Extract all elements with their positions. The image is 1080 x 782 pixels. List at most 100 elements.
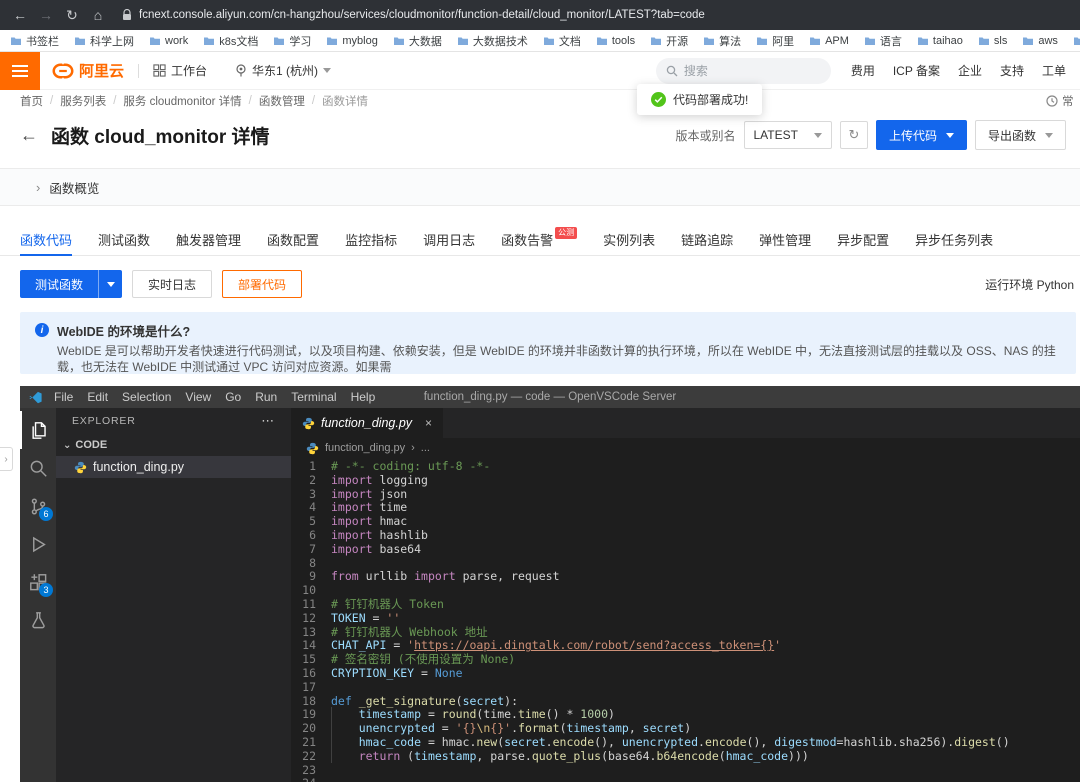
tab-item[interactable]: 触发器管理 [176, 222, 241, 256]
tab-item[interactable]: 监控指标 [345, 222, 397, 256]
bookmark-item[interactable]: tools [596, 35, 635, 47]
bookmark-item[interactable]: 大数据 [393, 33, 442, 49]
function-overview-section[interactable]: › 函数概览 [0, 168, 1080, 206]
bookmark-item[interactable]: myblog [326, 35, 378, 47]
test-function-button[interactable]: 测试函数 [20, 270, 123, 298]
breadcrumb-item[interactable]: 函数管理 [259, 93, 305, 109]
source-control-icon[interactable]: 6 [20, 487, 56, 525]
bookmark-item[interactable]: sls [978, 35, 1007, 47]
bookmark-item[interactable]: 大数据技术 [457, 33, 528, 49]
console-nav-item[interactable]: ICP 备案 [893, 62, 940, 79]
menu-item[interactable]: Help [344, 390, 383, 404]
bookmark-item[interactable]: 开源 [650, 33, 688, 49]
tab-item[interactable]: 异步任务列表 [915, 222, 993, 256]
console-search-input[interactable]: 搜索 [655, 57, 831, 84]
more-actions-icon[interactable]: ⋯ [261, 413, 275, 429]
console-nav-item[interactable]: 工单 [1042, 62, 1066, 79]
folder-icon [650, 36, 662, 46]
file-name: function_ding.py [93, 460, 185, 474]
tab-item[interactable]: 异步配置 [837, 222, 889, 256]
menu-item[interactable]: Go [218, 390, 248, 404]
workbench-link[interactable]: 工作台 [153, 62, 207, 79]
breadcrumb-item[interactable]: 服务 cloudmonitor 详情 [123, 93, 241, 109]
console-nav-item[interactable]: 费用 [851, 62, 875, 79]
line-number: 8 [309, 555, 316, 570]
extensions-icon[interactable]: 3 [20, 563, 56, 601]
bookmark-item[interactable]: aws [1022, 35, 1058, 47]
menu-item[interactable]: Selection [115, 390, 178, 404]
hamburger-menu-icon[interactable] [0, 51, 40, 90]
address-bar[interactable]: fcnext.console.aliyun.com/cn-hangzhou/se… [122, 9, 705, 21]
bookmark-item[interactable]: 科学上网 [74, 33, 134, 49]
editor-tab[interactable]: function_ding.py × [291, 408, 444, 438]
code-token: encode [552, 734, 595, 749]
search-icon[interactable] [20, 449, 56, 487]
bookmark-item[interactable]: 语言 [864, 33, 902, 49]
code-token: {}' [490, 721, 512, 736]
file-item[interactable]: function_ding.py [56, 456, 291, 478]
testing-icon[interactable] [20, 601, 56, 639]
folder-icon [273, 36, 285, 46]
tab-item[interactable]: 函数配置 [267, 222, 319, 256]
bookmark-item[interactable]: devops [1073, 35, 1080, 47]
explorer-section-code[interactable]: ⌄ CODE [56, 434, 291, 456]
tab-item[interactable]: 实例列表 [603, 222, 655, 256]
bookmark-item[interactable]: work [149, 35, 188, 47]
test-function-dropdown[interactable] [98, 270, 123, 298]
bookmark-item[interactable]: 书签栏 [10, 33, 59, 49]
code-editor[interactable]: 1 # -*- coding: utf-8 -*- 2 import logging 3… [291, 458, 1080, 782]
deploy-code-button[interactable]: 部署代码 [222, 270, 303, 298]
breadcrumb-item[interactable]: 首页 [20, 93, 43, 109]
breadcrumb-item[interactable]: 函数详情 [322, 93, 368, 109]
explorer-icon[interactable] [20, 411, 56, 449]
menu-item[interactable]: View [178, 390, 218, 404]
bookmark-item[interactable]: taihao [917, 35, 963, 47]
code-token: hmac_code [725, 748, 789, 763]
home-icon[interactable]: ⌂ [86, 7, 110, 23]
menu-item[interactable]: Run [248, 390, 284, 404]
back-icon[interactable]: ← [8, 7, 32, 23]
vscode-logo-icon [29, 391, 42, 403]
export-function-button[interactable]: 导出函数 [974, 120, 1066, 150]
tab-item[interactable]: 弹性管理 [759, 222, 811, 256]
reload-icon[interactable]: ↻ [60, 7, 84, 24]
menu-item[interactable]: Edit [80, 390, 115, 404]
bookmark-item[interactable]: APM [809, 35, 849, 47]
webide-notice: i WebIDE 的环境是什么? WebIDE 是可以帮助开发者快速进行代码测试… [20, 312, 1076, 374]
close-tab-icon[interactable]: × [425, 416, 432, 430]
run-debug-icon[interactable] [20, 525, 56, 563]
menu-item[interactable]: File [47, 390, 80, 404]
tab-item[interactable]: 函数代码 [20, 222, 72, 256]
bookmark-item[interactable]: k8s文档 [203, 33, 258, 49]
breadcrumb-item[interactable]: 服务列表 [60, 93, 106, 109]
back-button[interactable]: ← [20, 125, 38, 146]
version-select[interactable]: LATEST [743, 121, 832, 149]
bookmark-item[interactable]: 阿里 [756, 33, 794, 49]
console-nav-item[interactable]: 支持 [1000, 62, 1024, 79]
aliyun-logo[interactable]: 阿里云 [52, 60, 124, 81]
tab-item[interactable]: 链路追踪 [681, 222, 733, 256]
line-number: 23 [302, 762, 316, 777]
region-selector[interactable]: 华东1 (杭州) [235, 62, 332, 79]
tab-label: 函数配置 [267, 232, 320, 248]
tab-item[interactable]: 函数告警 公测 [501, 222, 578, 256]
live-log-button[interactable]: 实时日志 [132, 270, 213, 298]
bookmark-item[interactable]: 学习 [273, 33, 311, 49]
console-nav-item[interactable]: 企业 [958, 62, 982, 79]
menu-item[interactable]: Terminal [284, 390, 343, 404]
tab-label: 实例列表 [603, 232, 656, 248]
bookmark-item[interactable]: 算法 [703, 33, 741, 49]
upload-code-button[interactable]: 上传代码 [875, 120, 967, 150]
tab-item[interactable]: 测试函数 [98, 222, 150, 256]
quick-access[interactable]: 常 [1046, 93, 1080, 109]
forward-icon[interactable]: → [34, 7, 58, 23]
expand-panel-button[interactable]: › [0, 447, 13, 471]
folder-icon [326, 36, 338, 46]
tab-label: 链路追踪 [681, 232, 734, 248]
refresh-button[interactable]: ↻ [839, 121, 868, 149]
bookmark-item[interactable]: 文档 [543, 33, 581, 49]
tab-item[interactable]: 调用日志 [423, 222, 475, 256]
code-text: import logging [331, 473, 428, 488]
editor-breadcrumb[interactable]: function_ding.py › ... [291, 438, 1080, 458]
